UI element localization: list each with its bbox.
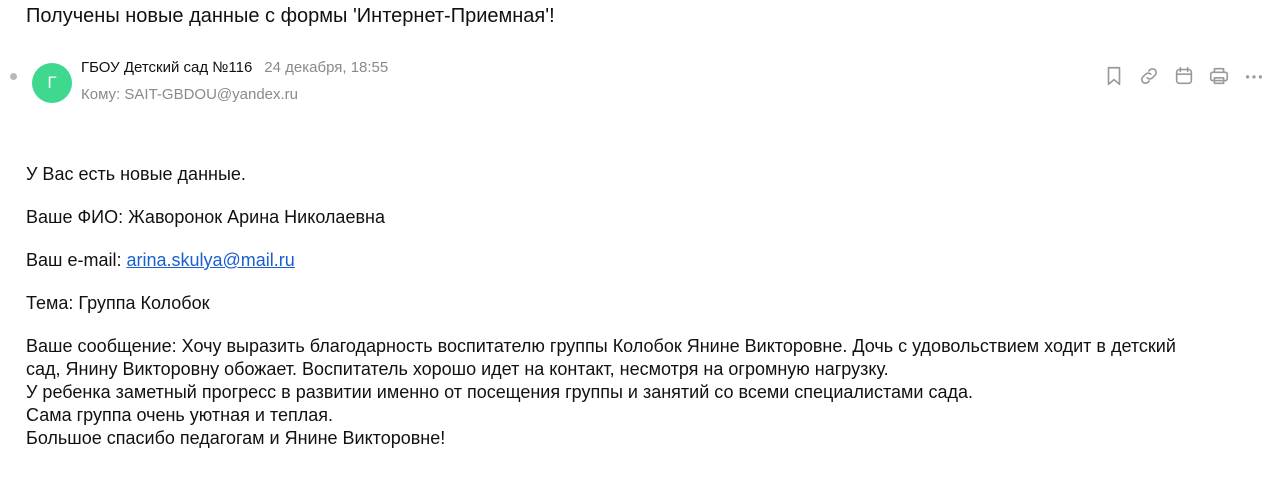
topic-label: Тема: xyxy=(26,293,74,313)
sender-line: ГБОУ Детский сад №116 24 декабря, 18:55 xyxy=(81,58,388,78)
message-paragraph: Ваше сообщение: Хочу выразить благодарно… xyxy=(26,335,1256,450)
bookmark-button[interactable] xyxy=(1102,64,1126,88)
avatar[interactable]: Г xyxy=(32,63,72,103)
email-label: Ваш e-mail: xyxy=(26,250,122,270)
message-line: Сама группа очень уютная и теплая. xyxy=(26,405,333,425)
copy-link-button[interactable] xyxy=(1137,64,1161,88)
recipient-address[interactable]: SAIT-GBDOU@yandex.ru xyxy=(124,86,298,103)
email-body: У Вас есть новые данные. Ваше ФИО: Жавор… xyxy=(26,163,1256,470)
topic-paragraph: Тема: Группа Колобок xyxy=(26,292,1256,315)
print-icon xyxy=(1209,67,1229,85)
email-paragraph: Ваш e-mail: arina.skulya@mail.ru xyxy=(26,249,1256,272)
email-link[interactable]: arina.skulya@mail.ru xyxy=(126,250,294,270)
fio-value: Жаворонок Арина Николаевна xyxy=(128,207,385,227)
message-line: Большое спасибо педагогам и Янине Виктор… xyxy=(26,428,446,448)
recipient-label: Кому: xyxy=(81,86,121,103)
sender-name[interactable]: ГБОУ Детский сад №116 xyxy=(81,59,252,76)
message-line: сад, Янину Викторовну обожает. Воспитате… xyxy=(26,359,889,379)
fio-label: Ваше ФИО: xyxy=(26,207,124,227)
sent-date: 24 декабря, 18:55 xyxy=(264,59,389,76)
message-line: У ребенка заметный прогресс в развитии и… xyxy=(26,382,973,402)
intro-text: У Вас есть новые данные. xyxy=(26,164,246,184)
more-button[interactable] xyxy=(1242,64,1266,88)
recipient-line: Кому: SAIT-GBDOU@yandex.ru xyxy=(81,85,298,105)
calendar-icon xyxy=(1175,66,1193,85)
calendar-button[interactable] xyxy=(1172,64,1196,88)
email-subject: Получены новые данные с формы 'Интернет-… xyxy=(26,5,555,27)
message-line: Ваше сообщение: Хочу выразить благодарно… xyxy=(26,335,1256,358)
link-icon xyxy=(1140,67,1158,85)
more-icon xyxy=(1245,75,1263,79)
message-text: Хочу выразить благодарность воспитателю … xyxy=(181,336,1176,356)
print-button[interactable] xyxy=(1207,64,1231,88)
email-view: Получены новые данные с формы 'Интернет-… xyxy=(0,0,1288,478)
fio-paragraph: Ваше ФИО: Жаворонок Арина Николаевна xyxy=(26,206,1256,229)
email-toolbar xyxy=(1102,64,1266,88)
topic-value: Группа Колобок xyxy=(78,293,210,313)
bookmark-icon xyxy=(1107,66,1121,86)
message-label: Ваше сообщение: xyxy=(26,336,177,356)
unread-indicator[interactable] xyxy=(10,73,17,80)
